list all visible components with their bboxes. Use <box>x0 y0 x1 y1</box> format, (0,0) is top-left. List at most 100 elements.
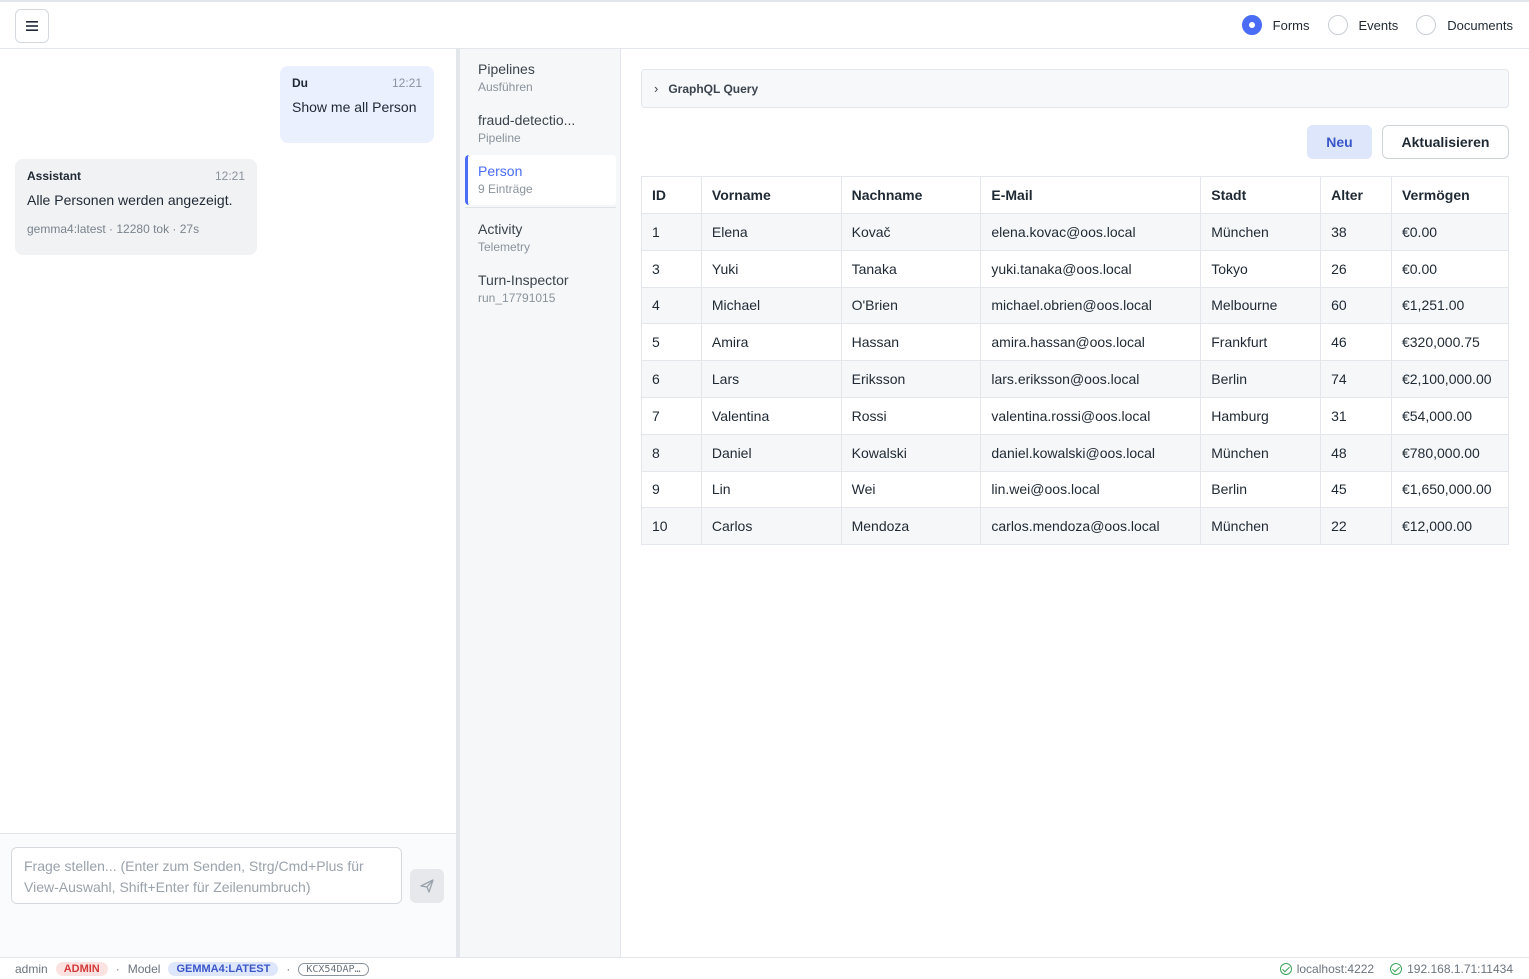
main-content: › GraphQL Query Neu Aktualisieren ID Vorn… <box>621 49 1529 957</box>
table-row[interactable]: 5 Amira Hassan amira.hassan@oos.local Frankf… <box>641 323 1510 362</box>
chat-message-assistant: Assistant 12:21 Alle Personen werden ang… <box>15 159 257 255</box>
session-id-badge[interactable]: KCX54DAP… <box>298 962 369 976</box>
table-cell: 6 <box>641 360 702 398</box>
table-cell: Valentina <box>700 396 842 435</box>
chevron-right-icon: › <box>654 81 659 96</box>
menu-button[interactable] <box>15 9 49 43</box>
table-row[interactable]: 8 Daniel Kowalski daniel.kowalski@oos.local… <box>641 433 1510 472</box>
table-row[interactable]: 4 Michael O'Brien michael.obrien@oos.local M… <box>641 286 1510 325</box>
table-cell: Lin <box>700 470 842 509</box>
table-row[interactable]: 7 Valentina Rossi valentina.rossi@oos.local… <box>641 396 1510 435</box>
table-cell: amira.hassan@oos.local <box>980 323 1202 362</box>
table-cell: Michael <box>700 286 842 325</box>
table-cell: €780,000.00 <box>1390 433 1510 472</box>
column-header[interactable]: ID <box>641 176 702 214</box>
column-header[interactable]: Alter <box>1320 176 1392 214</box>
table-cell: valentina.rossi@oos.local <box>980 396 1202 435</box>
table-cell: 5 <box>641 323 702 362</box>
table-cell: 22 <box>1320 507 1392 546</box>
table-row[interactable]: 6 Lars Eriksson lars.eriksson@oos.local Berl… <box>641 360 1510 398</box>
chat-input[interactable] <box>11 847 402 904</box>
check-circle-icon <box>1390 963 1403 975</box>
table-cell: Kowalski <box>840 433 982 472</box>
table-cell: elena.kovac@oos.local <box>980 213 1202 251</box>
radio-forms[interactable] <box>1241 15 1262 35</box>
table-cell: lars.eriksson@oos.local <box>980 360 1202 398</box>
view-option-label: Documents <box>1447 17 1513 33</box>
view-option-forms[interactable]: Forms <box>1241 15 1310 35</box>
message-text: Alle Personen werden angezeigt. <box>27 192 233 208</box>
table-cell: Tokyo <box>1200 249 1322 288</box>
nav-item-fraud-detection[interactable]: fraud-detectio... Pipeline <box>465 104 616 154</box>
table-cell: Lars <box>700 360 842 398</box>
message-author: Du <box>292 76 308 90</box>
nav-item-title: Pipelines <box>478 61 535 77</box>
table-cell: 7 <box>641 396 702 435</box>
table-row[interactable]: 3 Yuki Tanaka yuki.tanaka@oos.local Tokyo 26 €… <box>641 249 1510 288</box>
nav-item-turn-inspector[interactable]: Turn-Inspector run_17791015 <box>465 264 616 314</box>
column-header[interactable]: Vorname <box>700 176 842 214</box>
column-header[interactable]: Nachname <box>840 176 982 214</box>
table-cell: 9 <box>641 470 702 509</box>
table-row[interactable]: 10 Carlos Mendoza carlos.mendoza@oos.local M… <box>641 507 1510 546</box>
table-cell: michael.obrien@oos.local <box>980 286 1202 325</box>
table-cell: 45 <box>1320 470 1392 509</box>
graphql-query-label: GraphQL Query <box>668 81 759 96</box>
radio-events[interactable] <box>1327 15 1348 35</box>
table-cell: Melbourne <box>1200 286 1322 325</box>
table-cell: 4 <box>641 286 702 325</box>
message-time: 12:21 <box>391 76 422 90</box>
chat-panel: Du 12:21 Show me all Person Assistant 12… <box>0 49 456 957</box>
table-row[interactable]: 1 Elena Kovač elena.kovac@oos.local München 3… <box>641 213 1510 251</box>
graphql-query-toggle[interactable]: › GraphQL Query <box>641 69 1509 108</box>
send-button[interactable] <box>410 869 444 903</box>
refresh-button[interactable]: Aktualisieren <box>1382 125 1509 159</box>
table-cell: 26 <box>1320 249 1392 288</box>
table-cell: Hassan <box>840 323 982 362</box>
nav-item-person[interactable]: Person 9 Einträge <box>465 155 616 205</box>
table-cell: 60 <box>1320 286 1392 325</box>
table-cell: €320,000.75 <box>1390 323 1510 362</box>
person-table: ID Vorname Nachname E-Mail Stadt Alter Vermöge… <box>641 176 1510 546</box>
view-option-label: Events <box>1358 17 1399 33</box>
hamburger-icon <box>26 21 38 31</box>
table-cell: Frankfurt <box>1200 323 1322 362</box>
table-cell: Kovač <box>840 213 982 251</box>
separator: · <box>286 962 291 976</box>
nav-item-title: Activity <box>478 221 523 237</box>
table-header-row: ID Vorname Nachname E-Mail Stadt Alter Vermöge… <box>641 176 1510 214</box>
table-cell: Rossi <box>840 396 982 435</box>
table-cell: Daniel <box>700 433 842 472</box>
check-circle-icon <box>1279 963 1292 975</box>
nav-item-pipelines[interactable]: Pipelines Ausführen <box>465 53 616 103</box>
table-cell: München <box>1200 213 1322 251</box>
nav-divider <box>465 207 616 208</box>
table-cell: 46 <box>1320 323 1392 362</box>
send-icon <box>420 879 434 893</box>
table-cell: Berlin <box>1200 470 1322 509</box>
table-cell: €1,650,000.00 <box>1390 470 1510 509</box>
new-button[interactable]: Neu <box>1307 125 1372 159</box>
nav-item-activity[interactable]: Activity Telemetry <box>465 213 616 263</box>
table-cell: München <box>1200 433 1322 472</box>
view-option-events[interactable]: Events <box>1327 15 1399 35</box>
table-cell: Berlin <box>1200 360 1322 398</box>
table-row[interactable]: 9 Lin Wei lin.wei@oos.local Berlin 45 €1,650,0… <box>641 470 1510 509</box>
host-address: 192.168.1.71:11434 <box>1407 962 1513 976</box>
nav-item-title: Turn-Inspector <box>478 272 569 288</box>
view-nav: Pipelines Ausführen fraud-detectio... Pi… <box>460 49 621 957</box>
model-badge[interactable]: GEMMA4:LATEST <box>168 962 279 976</box>
column-header[interactable]: E-Mail <box>980 176 1202 214</box>
column-header[interactable]: Vermögen <box>1390 176 1510 214</box>
nav-item-title: fraud-detectio... <box>478 112 576 128</box>
model-label: Model <box>127 962 161 976</box>
message-time: 12:21 <box>214 169 245 183</box>
host-address: localhost:4222 <box>1296 962 1375 976</box>
nav-item-subtitle: 9 Einträge <box>478 182 533 196</box>
radio-documents[interactable] <box>1416 15 1437 35</box>
nav-item-subtitle: Telemetry <box>478 240 531 254</box>
column-header[interactable]: Stadt <box>1200 176 1322 214</box>
table-cell: Amira <box>700 323 842 362</box>
view-option-documents[interactable]: Documents <box>1416 15 1513 35</box>
table-cell: 48 <box>1320 433 1392 472</box>
